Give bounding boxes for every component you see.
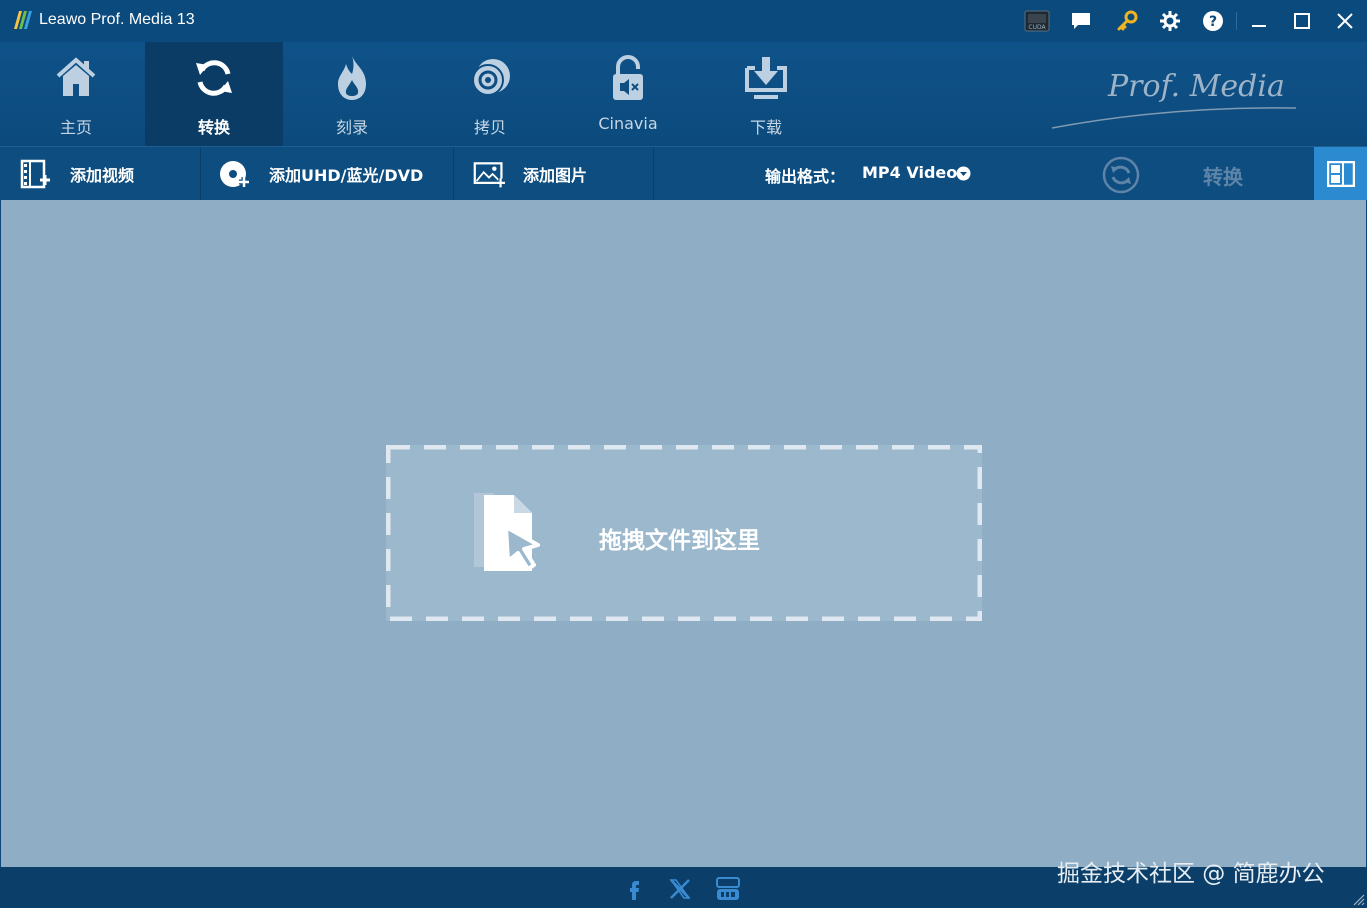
main-nav: 主页 转换 刻录 拷贝 Cinavia 下载 Prof. Media (0, 42, 1367, 146)
settings-icon[interactable] (1157, 8, 1183, 34)
nav-item-download[interactable]: 下载 (697, 42, 835, 146)
nav-item-cinavia[interactable]: Cinavia (559, 42, 697, 146)
copy-disc-icon (472, 59, 510, 96)
nav-label-copy: 拷贝 (473, 118, 506, 137)
add-photo-button[interactable]: 添加图片 (454, 147, 654, 200)
svg-text:CUDA: CUDA (1028, 24, 1046, 31)
help-icon[interactable]: ? (1200, 8, 1226, 34)
window-title: Leawo Prof. Media 13 (39, 11, 195, 28)
facebook-icon[interactable] (622, 877, 646, 901)
nav-label-home: 主页 (59, 118, 92, 137)
add-video-label: 添加视频 (70, 165, 135, 185)
feedback-icon[interactable] (1068, 8, 1094, 34)
add-photo-label: 添加图片 (523, 165, 588, 185)
resize-grip-icon[interactable] (1352, 893, 1365, 906)
convert-run-icon[interactable] (1102, 156, 1140, 194)
add-disc-label: 添加UHD/蓝光/DVD (269, 165, 424, 185)
nav-item-burn[interactable]: 刻录 (283, 42, 421, 146)
layout-toggle-button[interactable] (1314, 147, 1367, 200)
prof-media-brand-logo: Prof. Media (1051, 69, 1297, 129)
add-video-button[interactable]: 添加视频 (0, 147, 201, 200)
content-area: 拖拽文件到这里 (0, 200, 1367, 867)
home-icon (56, 57, 96, 96)
burn-icon (338, 56, 366, 100)
drop-zone-text: 拖拽文件到这里 (599, 528, 760, 554)
nav-item-copy[interactable]: 拷贝 (421, 42, 559, 146)
nav-label-download: 下载 (749, 118, 782, 137)
nav-label-burn: 刻录 (335, 118, 368, 137)
convert-button[interactable]: 转换 (1203, 161, 1243, 190)
cinavia-icon (613, 55, 643, 100)
nav-label-cinavia: Cinavia (598, 114, 658, 133)
x-twitter-icon[interactable] (668, 877, 692, 901)
layout-icon (1326, 160, 1355, 187)
chevron-down-icon[interactable] (956, 166, 971, 181)
nav-item-convert[interactable]: 转换 (145, 42, 283, 146)
nav-label-convert: 转换 (197, 118, 230, 137)
youtube-icon[interactable] (716, 877, 740, 901)
titlebar-separator (1236, 12, 1237, 30)
convert-icon (196, 60, 232, 96)
brand-text: Prof. Media (1107, 69, 1285, 104)
download-icon (745, 57, 787, 99)
output-format-select[interactable]: MP4 Video (862, 163, 957, 182)
title-bar: Leawo Prof. Media 13 CUDA ? (0, 0, 1367, 42)
convert-toolbar: 添加视频 添加UHD/蓝光/DVD 添加图片 输出格式： MP4 Video 转… (0, 146, 1367, 200)
close-icon[interactable] (1332, 8, 1358, 34)
maximize-icon[interactable] (1289, 8, 1315, 34)
watermark-text: 掘金技术社区 @ 简鹿办公 (1057, 861, 1325, 887)
key-icon[interactable] (1114, 8, 1140, 34)
drop-zone[interactable]: 拖拽文件到这里 (386, 445, 982, 621)
output-format-label: 输出格式： (765, 167, 846, 186)
add-disc-icon (220, 160, 249, 187)
minimize-icon[interactable] (1246, 8, 1272, 34)
add-photo-icon (473, 161, 505, 187)
svg-text:?: ? (1209, 14, 1217, 30)
drag-file-icon (474, 493, 540, 571)
add-video-icon (20, 159, 50, 188)
leawo-logo-icon (14, 11, 32, 29)
nav-item-home[interactable]: 主页 (7, 42, 145, 146)
add-disc-button[interactable]: 添加UHD/蓝光/DVD (201, 147, 454, 200)
cuda-icon[interactable]: CUDA (1024, 8, 1050, 34)
